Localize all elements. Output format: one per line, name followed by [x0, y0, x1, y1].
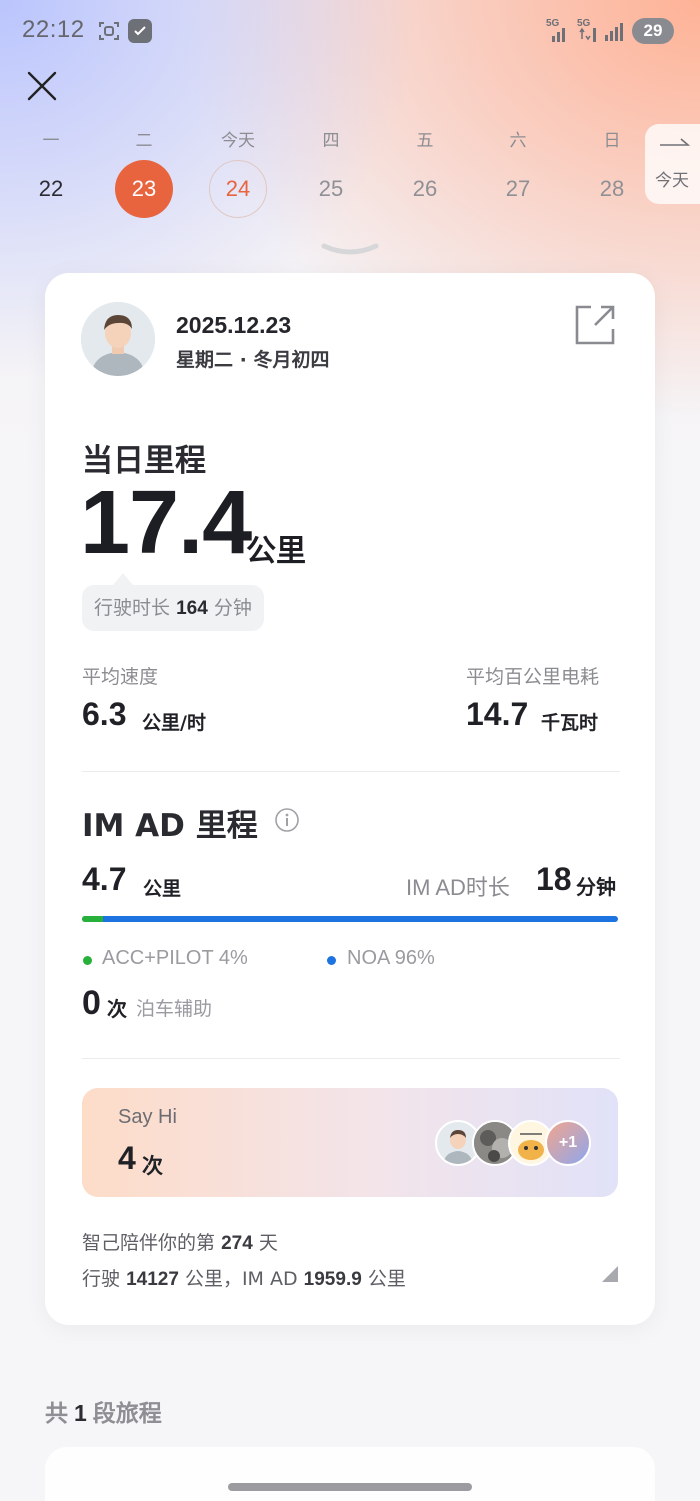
- screenshot-icon: [99, 22, 119, 40]
- daily-distance-value: 17.4: [80, 473, 252, 573]
- date-number: 27: [505, 176, 531, 201]
- date-number: 26: [412, 176, 438, 201]
- imad-duration-unit: 分钟: [576, 875, 616, 899]
- say-hi-unit: 次: [142, 1154, 163, 1178]
- calendar-day-27[interactable]: 六 27: [480, 128, 556, 218]
- avg-consumption-value: 14.7: [466, 696, 529, 732]
- close-icon[interactable]: [24, 68, 60, 104]
- corner-triangle-icon: [602, 1266, 618, 1282]
- avatar[interactable]: [81, 302, 155, 376]
- weekday-label: 五: [416, 131, 434, 151]
- weekday-lunar-text: 星期二 · 冬月初四: [176, 349, 330, 371]
- avg-consumption-label: 平均百公里电耗: [466, 666, 600, 688]
- weekday-label: 六: [509, 131, 527, 151]
- daily-distance-unit: 公里: [246, 534, 306, 569]
- notification-app-icon: [128, 19, 152, 43]
- avg-speed-label: 平均速度: [82, 666, 159, 688]
- date-number: 28: [599, 176, 625, 201]
- imad-mileage-title: IM AD 里程: [82, 808, 258, 844]
- avg-speed-unit: 公里/时: [142, 712, 206, 734]
- weekday-label: 二: [135, 131, 153, 151]
- calendar-day-26[interactable]: 五 26: [387, 128, 463, 218]
- imad-duration-label: IM AD时长: [406, 875, 510, 900]
- calendar-day-22[interactable]: 一 22: [13, 128, 89, 218]
- acc-pilot-segment: [82, 916, 103, 922]
- share-icon[interactable]: [573, 303, 617, 347]
- signal-5g-icon: 5G: [546, 18, 568, 44]
- jump-to-today-button[interactable]: 今天: [645, 124, 700, 204]
- status-time: 22:12: [22, 16, 85, 43]
- weekday-label: 日: [603, 131, 621, 151]
- weekday-label: 今天: [221, 131, 255, 151]
- calendar-day-24[interactable]: 今天 24: [200, 128, 276, 218]
- arrow-right-icon: [660, 138, 691, 146]
- trip-count-heading: 共 1 段旅程: [45, 1400, 162, 1427]
- date-number: 24: [209, 160, 267, 218]
- date-number: 25: [318, 176, 344, 201]
- status-bar: 22:12 5G 5G 29: [0, 0, 700, 62]
- say-hi-count: 4: [118, 1140, 136, 1176]
- weekday-label: 四: [322, 131, 340, 151]
- tooltip-notch: [113, 573, 133, 585]
- signal-5g-data-icon: 5G: [577, 18, 599, 44]
- avg-consumption-unit: 千瓦时: [541, 712, 599, 734]
- daily-summary-card: 2025.12.23 星期二 · 冬月初四 当日里程 17.4 公里 行驶时长 …: [45, 273, 655, 1325]
- driving-duration-pill: 行驶时长 164 分钟: [82, 585, 264, 631]
- parking-assist-count: 0: [82, 984, 101, 1022]
- weekday-label: 一: [42, 131, 60, 151]
- date-text: 2025.12.23: [176, 312, 292, 338]
- avg-speed-value: 6.3: [82, 696, 127, 732]
- calendar-day-23[interactable]: 二 23: [106, 128, 182, 218]
- acc-legend-dot: [83, 956, 92, 965]
- calendar-day-28[interactable]: 日 28: [574, 128, 650, 218]
- divider: [82, 1058, 620, 1059]
- divider: [82, 771, 620, 772]
- date-number: 22: [38, 176, 64, 201]
- noa-legend: NOA 96%: [347, 947, 435, 969]
- info-icon[interactable]: [274, 807, 300, 833]
- battery-indicator: 29: [632, 18, 674, 44]
- companion-days-text: 智己陪伴你的第 274 天: [82, 1232, 278, 1254]
- imad-distance-value: 4.7: [82, 861, 127, 897]
- chevron-down-icon[interactable]: [320, 238, 380, 260]
- more-avatars-badge: +1: [545, 1120, 591, 1166]
- noa-legend-dot: [327, 956, 336, 965]
- acc-pilot-legend: ACC+PILOT 4%: [102, 947, 248, 969]
- trip-card[interactable]: [45, 1447, 655, 1501]
- week-calendar-strip: 一 22 二 23 今天 24 四 25 五 26 六 27 日 28: [0, 128, 640, 228]
- imad-mode-progress-bar: [82, 916, 618, 922]
- parking-assist-label: 泊车辅助: [136, 998, 213, 1020]
- imad-distance-unit: 公里: [143, 878, 182, 900]
- say-hi-title: Say Hi: [118, 1106, 177, 1128]
- calendar-day-25[interactable]: 四 25: [293, 128, 369, 218]
- parking-assist-unit: 次: [107, 997, 127, 1021]
- imad-duration-value: 18: [536, 861, 572, 897]
- today-label: 今天: [655, 171, 689, 191]
- home-indicator[interactable]: [228, 1483, 472, 1491]
- total-mileage-text: 行驶 14127 公里，IM AD 1959.9 公里: [82, 1268, 406, 1290]
- say-hi-card[interactable]: Say Hi 4 次 +1: [82, 1088, 618, 1197]
- date-number: 23: [115, 160, 173, 218]
- signal-bars-icon: [605, 23, 623, 41]
